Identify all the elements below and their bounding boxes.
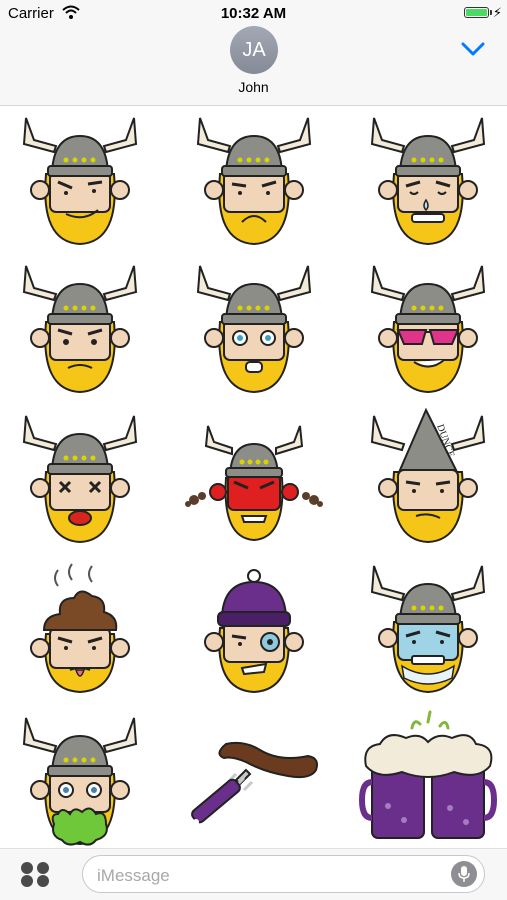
microphone-icon — [458, 866, 470, 882]
sticker-beer-mugs-cheers[interactable] — [358, 710, 498, 850]
imessage-placeholder: iMessage — [97, 866, 170, 885]
sticker-viking-vomit[interactable] — [10, 710, 150, 850]
sticker-sausage-on-fork[interactable] — [184, 710, 324, 850]
contact-name[interactable]: John — [0, 79, 507, 95]
sticker-viking-beanie-bruised[interactable] — [184, 558, 324, 698]
chevron-down-icon[interactable] — [461, 42, 485, 56]
sticker-viking-shocked[interactable] — [184, 258, 324, 398]
sticker-viking-frown[interactable] — [10, 258, 150, 398]
battery-icon — [464, 7, 489, 18]
status-bar: Carrier 10:32 AM ⚡ — [0, 0, 507, 28]
sticker-viking-frozen[interactable] — [358, 558, 498, 698]
sticker-viking-poop-hat[interactable] — [10, 558, 150, 698]
sticker-viking-angry-red[interactable] — [184, 408, 324, 548]
imessage-input[interactable]: iMessage — [82, 855, 485, 893]
sticker-viking-sunglasses[interactable] — [358, 258, 498, 398]
sticker-viking-dizzy[interactable] — [10, 408, 150, 548]
sticker-viking-smirk[interactable] — [10, 110, 150, 250]
battery-cap — [490, 10, 492, 15]
sticker-viking-sad[interactable] — [184, 110, 324, 250]
charging-bolt-icon: ⚡ — [492, 5, 502, 20]
sticker-grid: DUNCE — [0, 106, 507, 848]
app-drawer-icon[interactable] — [18, 861, 54, 887]
sticker-viking-crying[interactable] — [358, 110, 498, 250]
clock: 10:32 AM — [220, 5, 287, 22]
sticker-viking-dunce-cap[interactable]: DUNCE — [358, 408, 498, 548]
message-input-bar: iMessage — [0, 848, 507, 900]
microphone-button[interactable] — [451, 861, 477, 887]
contact-avatar[interactable]: JA — [230, 26, 278, 74]
